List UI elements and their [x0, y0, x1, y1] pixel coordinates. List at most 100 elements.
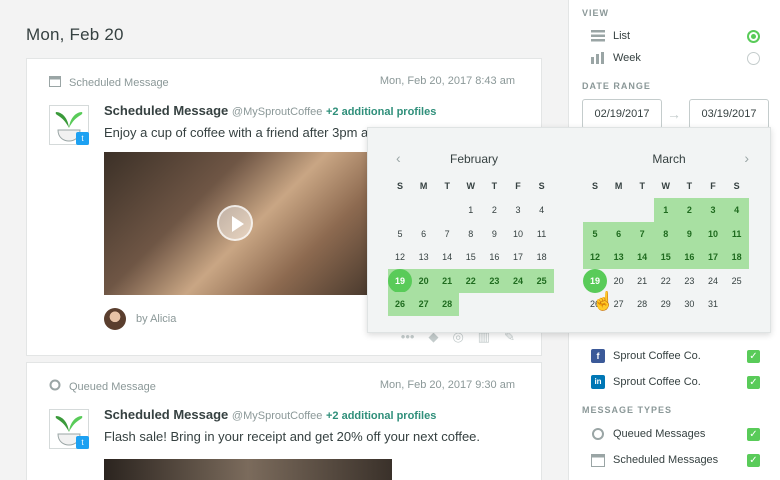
calendar-day[interactable]: 19: [388, 268, 412, 293]
play-icon[interactable]: [217, 205, 253, 241]
calendar-day[interactable]: 10: [506, 222, 530, 246]
weekday-header: M: [419, 181, 428, 191]
additional-profiles-link[interactable]: +2 additional profiles: [326, 410, 436, 422]
calendar-day[interactable]: 16: [677, 245, 702, 270]
calendar-day[interactable]: 27: [411, 292, 436, 317]
author-avatar: [104, 308, 126, 330]
calendar-day[interactable]: 15: [653, 245, 678, 270]
calendar-day[interactable]: 18: [530, 245, 554, 269]
arrow-right-icon: →: [667, 106, 681, 122]
message-type-option[interactable]: Queued Messages ✓: [591, 426, 760, 442]
calendar-day[interactable]: 12: [583, 245, 607, 270]
calendar-day[interactable]: 13: [412, 245, 436, 269]
calendar-day[interactable]: 14: [435, 245, 459, 269]
calendar-day[interactable]: 20: [411, 268, 436, 293]
additional-profiles-link[interactable]: +2 additional profiles: [326, 106, 436, 118]
calendar-day[interactable]: 6: [606, 221, 631, 246]
calendar-day[interactable]: 5: [583, 221, 607, 246]
weekday-header: W: [466, 181, 476, 191]
calendar-day[interactable]: 31: [701, 292, 725, 316]
calendar-day[interactable]: 4: [530, 198, 554, 222]
calendar-day[interactable]: 22: [654, 269, 678, 293]
calendar-day[interactable]: 16: [482, 245, 506, 269]
calendar-day[interactable]: 19: [583, 268, 607, 293]
weekday-header: S: [396, 181, 403, 191]
calendar-day[interactable]: 17: [701, 245, 725, 270]
linkedin-icon: in: [591, 375, 605, 389]
calendar-day[interactable]: 25: [725, 269, 749, 293]
calendar-day[interactable]: 23: [677, 269, 701, 293]
checkbox[interactable]: ✓: [747, 453, 760, 467]
queue-icon: [49, 379, 61, 394]
weekday-header: S: [538, 181, 545, 191]
calendar-day[interactable]: 6: [412, 222, 436, 246]
calendar-day[interactable]: 28: [435, 292, 460, 317]
calendar-day[interactable]: 21: [435, 268, 460, 293]
view-option-week[interactable]: Week: [591, 50, 760, 66]
video-thumbnail[interactable]: [104, 152, 368, 295]
weekday-header: W: [661, 181, 671, 191]
calendar-day[interactable]: 25: [529, 268, 554, 293]
weekday-header: T: [686, 181, 693, 191]
calendar-day[interactable]: 2: [677, 198, 702, 222]
calendar-day[interactable]: 26: [388, 292, 412, 317]
calendar-day[interactable]: 29: [654, 292, 678, 316]
avatar: t: [49, 105, 89, 145]
calendar-day[interactable]: 8: [653, 221, 678, 246]
queue-icon: [591, 427, 605, 441]
calendar-day[interactable]: 24: [701, 269, 725, 293]
end-date-input[interactable]: 03/19/2017: [689, 99, 769, 129]
message-title-line: Scheduled Message @MySproutCoffee +2 add…: [104, 407, 436, 422]
page-title: Mon, Feb 20: [26, 25, 124, 44]
calendar-day[interactable]: 2: [482, 198, 506, 222]
calendar-day[interactable]: 7: [435, 222, 459, 246]
calendar-day[interactable]: 4: [724, 198, 749, 222]
calendar-day[interactable]: 30: [677, 292, 701, 316]
list-radio[interactable]: [747, 29, 760, 43]
calendar-day[interactable]: 7: [630, 221, 655, 246]
calendar-day[interactable]: 23: [482, 268, 507, 293]
calendar-day[interactable]: 17: [506, 245, 530, 269]
calendar-day[interactable]: 10: [701, 221, 725, 246]
calendar-day[interactable]: 11: [724, 221, 749, 246]
weekday-header: M: [614, 181, 623, 191]
calendar-day[interactable]: 28: [630, 292, 654, 316]
calendar-day[interactable]: 20: [607, 269, 631, 293]
profile-label: Sprout Coffee Co.: [613, 350, 701, 362]
calendar-day[interactable]: 22: [458, 268, 483, 293]
start-date-input[interactable]: 02/19/2017: [582, 99, 662, 129]
message-type-label: Queued Messages: [613, 428, 706, 440]
calendar-day[interactable]: 21: [630, 269, 654, 293]
calendar-day[interactable]: 12: [388, 245, 412, 269]
checkbox[interactable]: ✓: [747, 349, 760, 363]
checkbox[interactable]: ✓: [747, 375, 760, 389]
calendar-day[interactable]: 9: [677, 221, 702, 246]
checkbox[interactable]: ✓: [747, 427, 760, 441]
message-card[interactable]: Queued Message Mon, Feb 20, 2017 9:30 am…: [26, 362, 542, 480]
twitter-icon: t: [76, 436, 89, 449]
author-byline: by Alicia: [104, 308, 176, 330]
calendar-day[interactable]: 15: [459, 245, 483, 269]
calendar-day[interactable]: 5: [388, 222, 412, 246]
calendar-day[interactable]: 9: [482, 222, 506, 246]
calendar-day[interactable]: 1: [653, 198, 678, 222]
image-thumbnail[interactable]: [104, 459, 392, 480]
calendar-day[interactable]: 13: [606, 245, 631, 270]
view-option-list[interactable]: List: [591, 28, 760, 44]
date-range-label: DATE RANGE: [582, 81, 651, 91]
message-type-label: Queued Message: [69, 380, 156, 393]
calendar-day[interactable]: 24: [506, 268, 530, 293]
calendar-day[interactable]: 14: [630, 245, 655, 270]
calendar-day[interactable]: 8: [459, 222, 483, 246]
calendar-day[interactable]: 3: [506, 198, 530, 222]
calendar-day[interactable]: 11: [530, 222, 554, 246]
hand-cursor-icon: ☝: [592, 291, 615, 311]
profile-option[interactable]: in Sprout Coffee Co. ✓: [591, 374, 760, 390]
week-radio[interactable]: [747, 51, 760, 65]
calendar-day[interactable]: 3: [701, 198, 725, 222]
calendar-day[interactable]: 1: [459, 198, 483, 222]
profile-handle: @MySproutCoffee: [231, 106, 323, 118]
profile-option[interactable]: f Sprout Coffee Co. ✓: [591, 348, 760, 364]
calendar-day[interactable]: 18: [724, 245, 749, 270]
message-type-option[interactable]: Scheduled Messages ✓: [591, 452, 760, 468]
